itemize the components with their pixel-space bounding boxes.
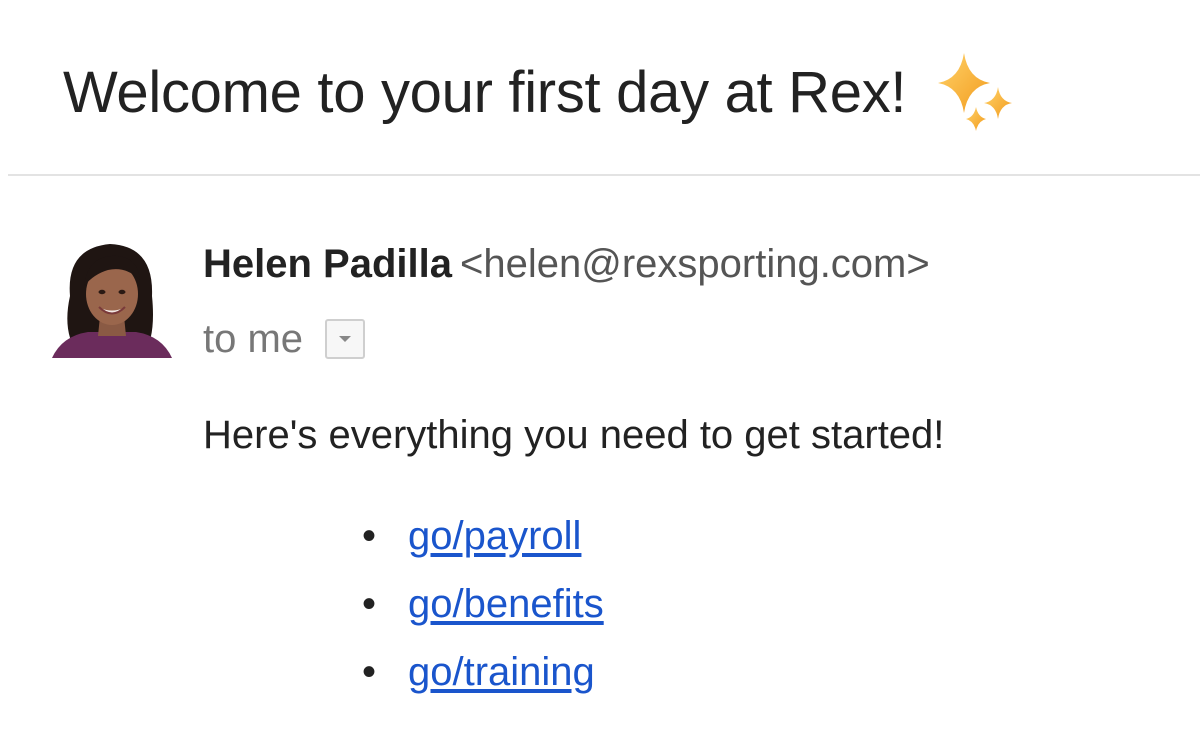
header-divider [8,174,1200,176]
email-subject-row: Welcome to your first day at Rex! [63,48,1020,138]
show-details-button[interactable] [325,319,366,359]
sender-avatar[interactable] [52,236,172,358]
email-subject: Welcome to your first day at Rex! [63,60,907,125]
sender-line: Helen Padilla <helen@rexsporting.com> [203,240,930,288]
link-benefits[interactable]: go/benefits [408,582,604,626]
link-training[interactable]: go/training [408,650,595,694]
link-payroll[interactable]: go/payroll [408,514,581,558]
list-item: • go/benefits [362,576,604,644]
bullet-icon: • [362,514,377,558]
chevron-down-icon [339,336,352,342]
email-body-intro: Here's everything you need to get starte… [203,413,945,457]
link-list: • go/payroll • go/benefits • go/training [362,508,604,712]
sender-email: <helen@rexsporting.com> [459,242,930,286]
bullet-icon: • [362,650,377,694]
recipient-text: to me [203,316,304,361]
sparkles-icon [928,47,1020,139]
sender-name[interactable]: Helen Padilla [203,242,452,286]
list-item: • go/payroll [362,508,604,576]
list-item: • go/training [362,644,604,712]
bullet-icon: • [362,582,377,626]
recipient-line: to me [203,314,366,364]
